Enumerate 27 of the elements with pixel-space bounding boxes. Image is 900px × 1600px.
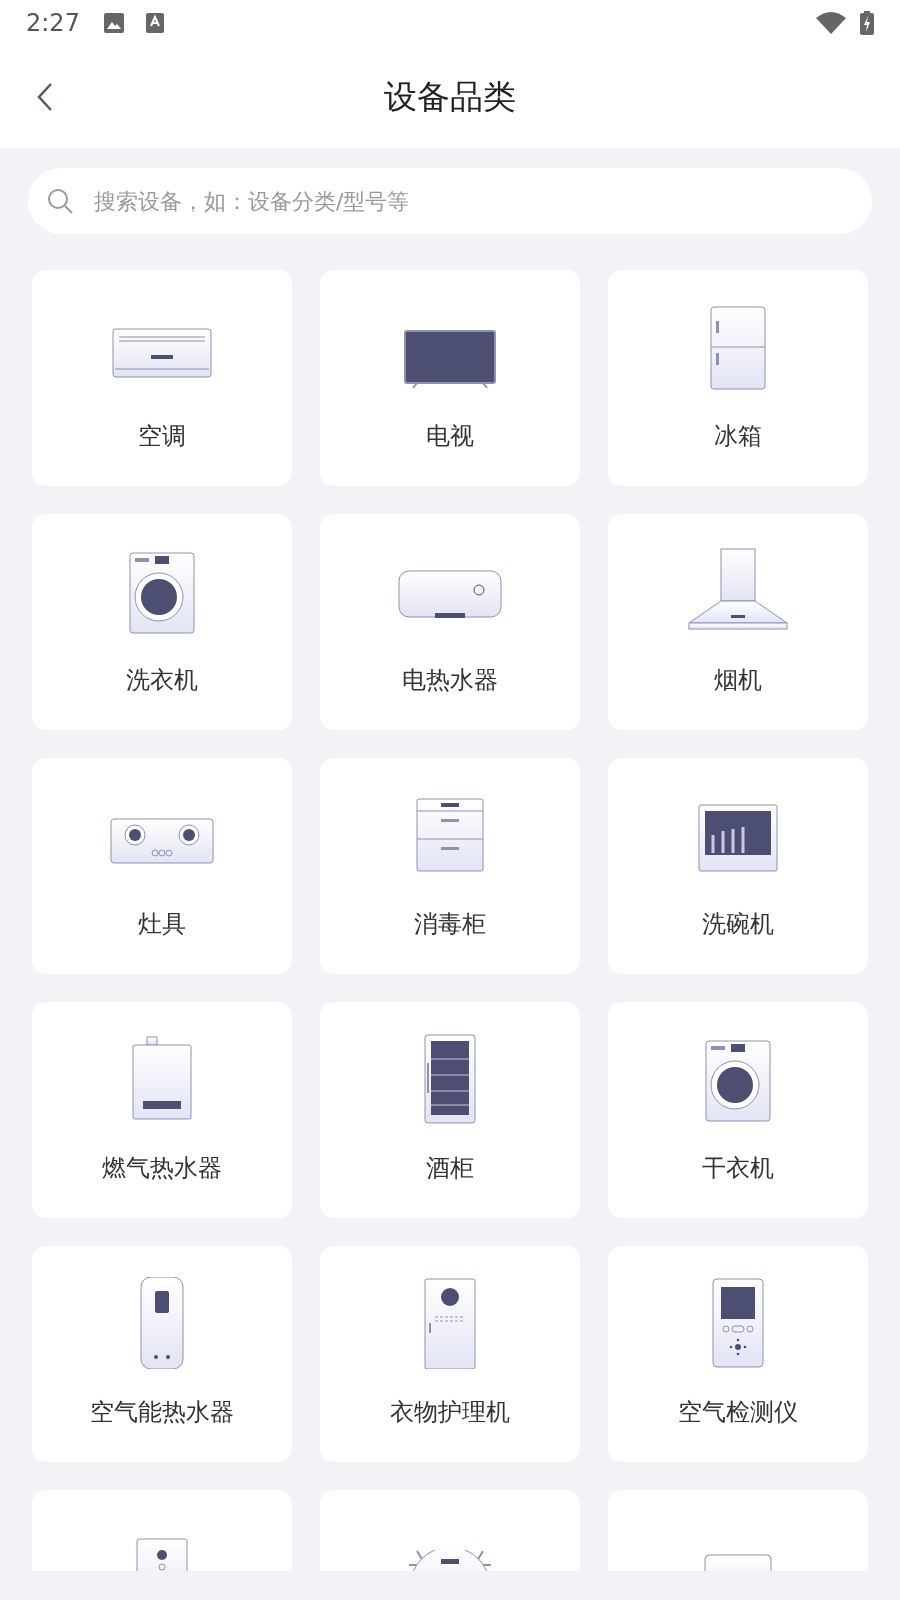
category-card[interactable]: 灶具 [32, 758, 292, 974]
category-card[interactable]: 空调 [32, 270, 292, 486]
page-title: 设备品类 [384, 76, 516, 119]
search-bar[interactable]: 搜索设备，如：设备分类/型号等 [28, 168, 872, 234]
category-card[interactable]: 空气能热水器 [32, 1246, 292, 1462]
category-card[interactable]: 电视 [320, 270, 580, 486]
category-card[interactable]: 酒柜 [320, 1002, 580, 1218]
category-card[interactable]: 干衣机 [608, 1002, 868, 1218]
category-card[interactable]: 消毒柜 [320, 758, 580, 974]
search-icon [46, 187, 74, 215]
image-icon [103, 13, 124, 33]
category-card[interactable]: 空气检测仪 [608, 1246, 868, 1462]
device-icon [704, 1554, 772, 1571]
category-card[interactable]: 烟机 [608, 514, 868, 730]
battery-icon [860, 11, 874, 35]
category-card[interactable]: 电热水器 [320, 514, 580, 730]
keyboard-app-icon [145, 13, 164, 33]
category-card[interactable]: 洗衣机 [32, 514, 292, 730]
status-time: 2:27 [26, 8, 80, 39]
robot-vacuum-icon [408, 1550, 492, 1571]
back-icon [36, 82, 54, 112]
category-card[interactable]: 衣物护理机 [320, 1246, 580, 1462]
search-field[interactable]: 搜索设备，如：设备分类/型号等 [94, 184, 854, 218]
category-card[interactable]: 冰箱 [608, 270, 868, 486]
category-card[interactable]: 洗碗机 [608, 758, 868, 974]
wifi-icon [816, 12, 846, 34]
category-card[interactable]: 燃气热水器 [32, 1002, 292, 1218]
